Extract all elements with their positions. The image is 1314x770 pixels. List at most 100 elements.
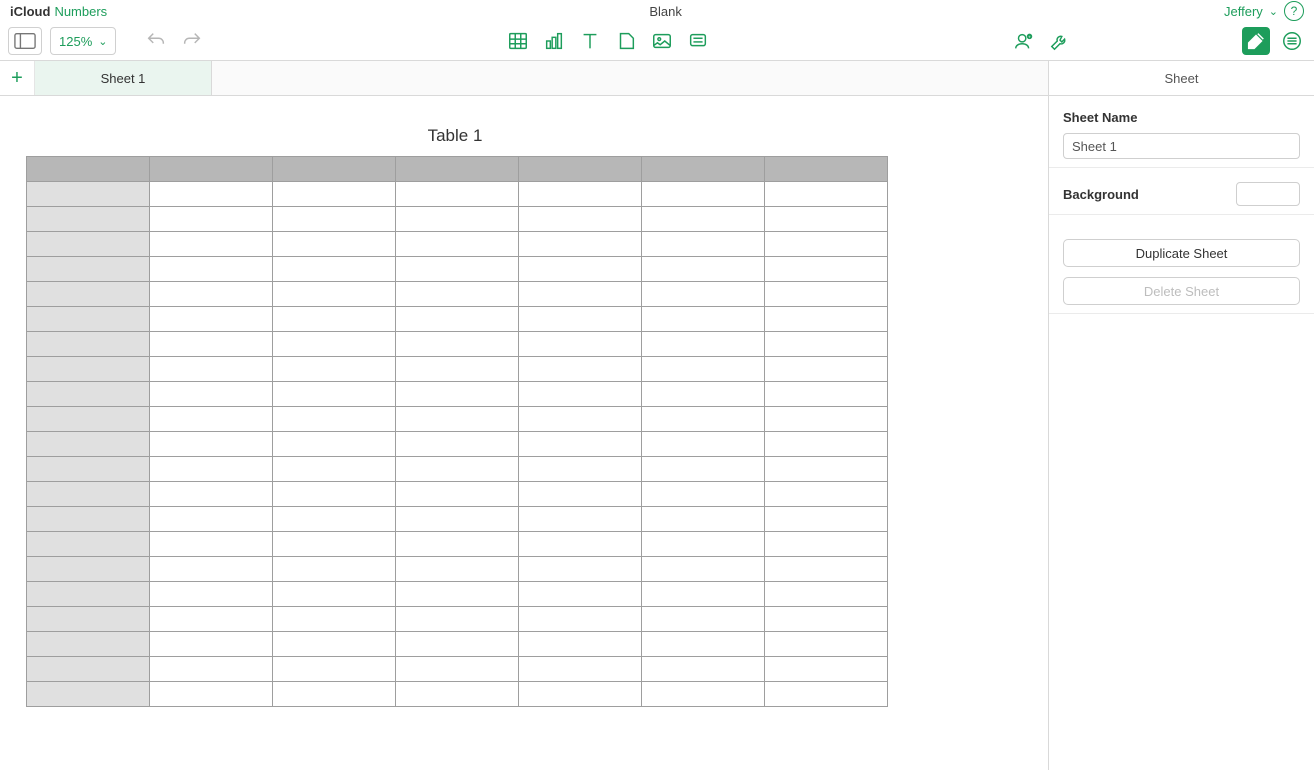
body-cell[interactable] bbox=[765, 232, 888, 257]
body-cell[interactable] bbox=[519, 532, 642, 557]
body-cell[interactable] bbox=[765, 632, 888, 657]
body-cell[interactable] bbox=[642, 332, 765, 357]
body-cell[interactable] bbox=[519, 457, 642, 482]
body-cell[interactable] bbox=[150, 432, 273, 457]
row-header-cell[interactable] bbox=[27, 607, 150, 632]
row-header-cell[interactable] bbox=[27, 282, 150, 307]
body-cell[interactable] bbox=[642, 407, 765, 432]
row-header-cell[interactable] bbox=[27, 682, 150, 707]
body-cell[interactable] bbox=[519, 182, 642, 207]
body-cell[interactable] bbox=[150, 232, 273, 257]
column-header-cell[interactable] bbox=[273, 157, 396, 182]
body-cell[interactable] bbox=[765, 332, 888, 357]
body-cell[interactable] bbox=[396, 682, 519, 707]
body-cell[interactable] bbox=[519, 682, 642, 707]
body-cell[interactable] bbox=[150, 207, 273, 232]
body-cell[interactable] bbox=[765, 582, 888, 607]
body-cell[interactable] bbox=[150, 357, 273, 382]
body-cell[interactable] bbox=[642, 182, 765, 207]
body-cell[interactable] bbox=[765, 407, 888, 432]
row-header-cell[interactable] bbox=[27, 382, 150, 407]
insert-chart-icon[interactable] bbox=[540, 27, 568, 55]
body-cell[interactable] bbox=[519, 382, 642, 407]
body-cell[interactable] bbox=[765, 657, 888, 682]
row-header-cell[interactable] bbox=[27, 307, 150, 332]
help-icon[interactable]: ? bbox=[1284, 1, 1304, 21]
table-title[interactable]: Table 1 bbox=[26, 126, 884, 146]
body-cell[interactable] bbox=[642, 657, 765, 682]
body-cell[interactable] bbox=[273, 482, 396, 507]
body-cell[interactable] bbox=[150, 407, 273, 432]
body-cell[interactable] bbox=[273, 207, 396, 232]
body-cell[interactable] bbox=[765, 607, 888, 632]
row-header-cell[interactable] bbox=[27, 632, 150, 657]
insert-text-icon[interactable] bbox=[576, 27, 604, 55]
body-cell[interactable] bbox=[273, 232, 396, 257]
body-cell[interactable] bbox=[396, 507, 519, 532]
body-cell[interactable] bbox=[396, 482, 519, 507]
body-cell[interactable] bbox=[642, 582, 765, 607]
body-cell[interactable] bbox=[519, 332, 642, 357]
insert-comment-icon[interactable] bbox=[684, 27, 712, 55]
body-cell[interactable] bbox=[396, 282, 519, 307]
tools-icon[interactable] bbox=[1046, 27, 1074, 55]
body-cell[interactable] bbox=[396, 582, 519, 607]
body-cell[interactable] bbox=[273, 582, 396, 607]
body-cell[interactable] bbox=[765, 307, 888, 332]
chevron-down-icon[interactable]: ⌄ bbox=[1269, 5, 1278, 18]
body-cell[interactable] bbox=[642, 457, 765, 482]
body-cell[interactable] bbox=[396, 232, 519, 257]
background-color-well[interactable] bbox=[1236, 182, 1300, 206]
body-cell[interactable] bbox=[150, 282, 273, 307]
body-cell[interactable] bbox=[519, 207, 642, 232]
body-cell[interactable] bbox=[396, 457, 519, 482]
body-cell[interactable] bbox=[273, 382, 396, 407]
body-cell[interactable] bbox=[396, 657, 519, 682]
body-cell[interactable] bbox=[519, 507, 642, 532]
body-cell[interactable] bbox=[519, 432, 642, 457]
body-cell[interactable] bbox=[642, 207, 765, 232]
body-cell[interactable] bbox=[273, 657, 396, 682]
body-cell[interactable] bbox=[396, 257, 519, 282]
duplicate-sheet-button[interactable]: Duplicate Sheet bbox=[1063, 239, 1300, 267]
row-header-cell[interactable] bbox=[27, 182, 150, 207]
body-cell[interactable] bbox=[765, 557, 888, 582]
spreadsheet-table[interactable] bbox=[26, 156, 888, 707]
body-cell[interactable] bbox=[150, 557, 273, 582]
body-cell[interactable] bbox=[396, 432, 519, 457]
organize-panel-icon[interactable] bbox=[1278, 27, 1306, 55]
brand-icloud[interactable]: iCloud bbox=[10, 4, 50, 19]
body-cell[interactable] bbox=[396, 357, 519, 382]
column-header-cell[interactable] bbox=[150, 157, 273, 182]
body-cell[interactable] bbox=[150, 482, 273, 507]
body-cell[interactable] bbox=[642, 682, 765, 707]
body-cell[interactable] bbox=[642, 232, 765, 257]
user-menu[interactable]: Jeffery bbox=[1224, 4, 1263, 19]
body-cell[interactable] bbox=[519, 357, 642, 382]
body-cell[interactable] bbox=[765, 682, 888, 707]
body-cell[interactable] bbox=[150, 182, 273, 207]
sheet-canvas[interactable]: Table 1 bbox=[0, 96, 1049, 770]
insert-shape-icon[interactable] bbox=[612, 27, 640, 55]
body-cell[interactable] bbox=[150, 582, 273, 607]
insert-image-icon[interactable] bbox=[648, 27, 676, 55]
body-cell[interactable] bbox=[273, 682, 396, 707]
body-cell[interactable] bbox=[519, 582, 642, 607]
body-cell[interactable] bbox=[765, 457, 888, 482]
body-cell[interactable] bbox=[273, 507, 396, 532]
row-header-cell[interactable] bbox=[27, 582, 150, 607]
insert-table-icon[interactable] bbox=[504, 27, 532, 55]
body-cell[interactable] bbox=[273, 357, 396, 382]
body-cell[interactable] bbox=[519, 257, 642, 282]
row-header-cell[interactable] bbox=[27, 507, 150, 532]
body-cell[interactable] bbox=[150, 507, 273, 532]
body-cell[interactable] bbox=[519, 607, 642, 632]
body-cell[interactable] bbox=[642, 282, 765, 307]
body-cell[interactable] bbox=[765, 357, 888, 382]
row-header-cell[interactable] bbox=[27, 407, 150, 432]
body-cell[interactable] bbox=[150, 682, 273, 707]
body-cell[interactable] bbox=[642, 482, 765, 507]
zoom-select[interactable]: 125% ⌄ bbox=[50, 27, 116, 55]
body-cell[interactable] bbox=[150, 332, 273, 357]
body-cell[interactable] bbox=[642, 382, 765, 407]
